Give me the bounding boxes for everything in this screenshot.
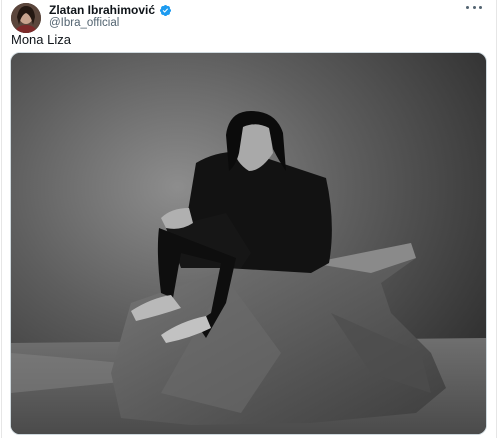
tweet-photo[interactable] xyxy=(10,52,487,435)
avatar-photo xyxy=(11,3,41,33)
author-handle[interactable]: @Ibra_official xyxy=(49,16,119,30)
verified-badge-icon xyxy=(159,4,172,16)
tweet-card[interactable]: Zlatan Ibrahimović @Ibra_official Mona L… xyxy=(1,0,497,438)
author-display-name[interactable]: Zlatan Ibrahimović xyxy=(49,3,155,17)
tweet-text: Mona Liza xyxy=(11,32,71,47)
author-avatar[interactable] xyxy=(11,3,41,33)
more-options-icon[interactable] xyxy=(466,0,482,14)
photo-image xyxy=(11,53,486,434)
author-name-row: Zlatan Ibrahimović xyxy=(49,3,172,17)
